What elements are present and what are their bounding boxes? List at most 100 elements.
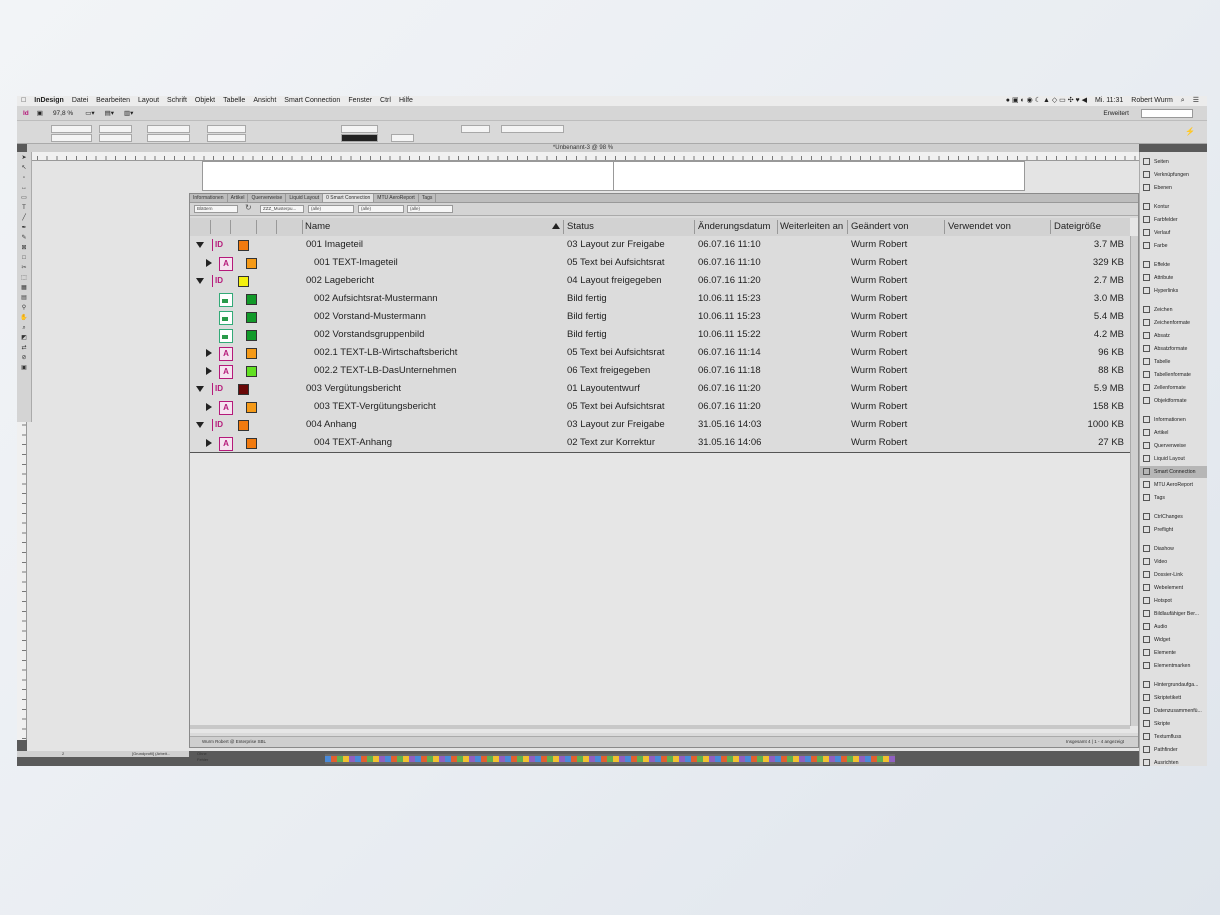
apple-menu-icon[interactable]:  xyxy=(17,96,30,106)
panel-item-dossier-link[interactable]: Dossier-Link xyxy=(1143,569,1183,581)
object-style-field[interactable] xyxy=(501,125,564,133)
panel-item-scroll-frame[interactable]: Bildlaufähiger Ber... xyxy=(1143,608,1199,620)
panel-item-pathfinder[interactable]: Pathfinder xyxy=(1143,744,1178,756)
vertical-scrollbar[interactable] xyxy=(1130,236,1138,726)
table-row[interactable]: ID 001 Imageteil 03 Layout zur Freigabe 06.… xyxy=(190,236,1130,255)
view-options-icon[interactable]: ▭▾ xyxy=(85,109,94,117)
x-field[interactable] xyxy=(51,125,92,133)
panel-item-video[interactable]: Video xyxy=(1143,556,1167,568)
panel-item-table-styles[interactable]: Tabellenformate xyxy=(1143,369,1191,381)
document-page-right[interactable] xyxy=(613,161,1025,191)
panel-item-object-styles[interactable]: Objektformate xyxy=(1143,395,1187,407)
panel-item-widget[interactable]: Widget xyxy=(1143,634,1170,646)
preflight-profile[interactable]: [Grundprofil] (Arbeit... xyxy=(132,751,170,757)
panel-item-audio[interactable]: Audio xyxy=(1143,621,1167,633)
shear-field[interactable] xyxy=(207,134,246,142)
expand-triangle-icon[interactable] xyxy=(206,439,212,447)
table-row[interactable]: A 002.1 TEXT-LB-Wirtschaftsbericht 05 Text… xyxy=(190,344,1130,363)
menu-bearbeiten[interactable]: Bearbeiten xyxy=(92,96,134,106)
panel-item-aeroreport[interactable]: MTU AeroReport xyxy=(1143,479,1193,491)
height-field[interactable] xyxy=(99,134,132,142)
workspace-switcher[interactable]: Erweitert xyxy=(1103,110,1129,117)
panel-item-background-tasks[interactable]: Hintergrundaufga... xyxy=(1143,679,1198,691)
scale-y-field[interactable] xyxy=(147,134,190,142)
tab-tags[interactable]: Tags xyxy=(419,194,437,202)
gap-tool-icon[interactable]: ↔ xyxy=(19,184,29,192)
menubar-clock[interactable]: Mi. 11:31 xyxy=(1091,96,1127,106)
pen-tool-icon[interactable]: ✒ xyxy=(19,224,29,232)
menu-fenster[interactable]: Fenster xyxy=(344,96,376,106)
category-filter-dropdown[interactable]: (alle) xyxy=(358,205,404,213)
apply-none-icon[interactable]: ⊘ xyxy=(19,354,29,362)
panel-item-text-wrap[interactable]: Textumfluss xyxy=(1143,731,1181,743)
hand-tool-icon[interactable]: ✋ xyxy=(19,314,29,322)
gradient-tool-icon[interactable]: ▦ xyxy=(19,284,29,292)
table-row[interactable]: ID 002 Lagebericht 04 Layout freigegeben 06… xyxy=(190,272,1130,291)
column-header-modified-by[interactable]: Geändert von xyxy=(851,218,941,236)
panel-item-tags[interactable]: Tags xyxy=(1143,492,1165,504)
tab-informationen[interactable]: Informationen xyxy=(190,194,228,202)
bridge-icon[interactable]: ▣ xyxy=(37,109,43,117)
panel-item-data-merge[interactable]: Datenzusammenfü... xyxy=(1143,705,1202,717)
zoom-level[interactable]: 97,8 % xyxy=(53,110,73,117)
panel-item-ctrlchanges[interactable]: CtrlChanges xyxy=(1143,511,1183,523)
stroke-type-field[interactable] xyxy=(341,134,378,142)
corner-size-field[interactable] xyxy=(461,125,490,133)
panel-item-character[interactable]: Zeichen xyxy=(1143,304,1172,316)
y-field[interactable] xyxy=(51,134,92,142)
column-header-date[interactable]: Änderungsdatum xyxy=(698,218,776,236)
page-tool-icon[interactable]: ▫ xyxy=(19,174,29,182)
quick-apply-icon[interactable]: ⚡ xyxy=(1185,127,1195,136)
spotlight-search-icon[interactable]: ⌕ xyxy=(1177,96,1189,106)
panel-item-articles[interactable]: Artikel xyxy=(1143,427,1168,439)
column-header-used-by[interactable]: Verwendet von xyxy=(948,218,1048,236)
line-tool-icon[interactable]: ╱ xyxy=(19,214,29,222)
opacity-field[interactable] xyxy=(391,134,414,142)
scale-x-field[interactable] xyxy=(147,125,190,133)
mac-dock[interactable] xyxy=(325,754,895,764)
type-tool-icon[interactable]: T xyxy=(19,204,29,212)
menu-smart-connection[interactable]: Smart Connection xyxy=(280,96,344,106)
panel-item-liquid-layout[interactable]: Liquid Layout xyxy=(1143,453,1185,465)
screen-mode-icon[interactable]: ▤▾ xyxy=(105,109,114,117)
menu-datei[interactable]: Datei xyxy=(68,96,92,106)
panel-item-table[interactable]: Tabelle xyxy=(1143,356,1170,368)
preflight-errors[interactable]: Ohne Fehler xyxy=(197,751,208,763)
tab-querverweise[interactable]: Querverweise xyxy=(248,194,287,202)
collapse-triangle-icon[interactable] xyxy=(196,278,204,284)
tab-artikel[interactable]: Artikel xyxy=(228,194,249,202)
panel-item-cell-styles[interactable]: Zellenformate xyxy=(1143,382,1186,394)
arrange-documents-icon[interactable]: ▥▾ xyxy=(124,109,133,117)
zoom-tool-icon[interactable]: ⌕ xyxy=(19,324,29,332)
panel-item-preflight[interactable]: Preflight xyxy=(1143,524,1173,536)
content-collector-icon[interactable]: ▭ xyxy=(19,194,29,202)
note-tool-icon[interactable]: ▤ xyxy=(19,294,29,302)
panel-item-info[interactable]: Informationen xyxy=(1143,414,1186,426)
panel-item-paragraph-styles[interactable]: Absatzformate xyxy=(1143,343,1187,355)
column-header-status[interactable]: Status xyxy=(567,218,692,236)
direct-selection-tool-icon[interactable]: ↖ xyxy=(19,164,29,172)
sort-ascending-icon[interactable] xyxy=(552,223,560,229)
panel-item-hotspot[interactable]: Hotspot xyxy=(1143,595,1172,607)
column-header-route-to[interactable]: Weiterleiten an xyxy=(780,218,848,236)
tab-smart-connection[interactable]: 0 Smart Connection xyxy=(323,194,375,202)
rectangle-tool-icon[interactable]: □ xyxy=(19,254,29,262)
table-row[interactable]: A 003 TEXT-Vergütungsbericht 05 Text bei A… xyxy=(190,398,1130,417)
app-menu[interactable]: InDesign xyxy=(30,96,68,106)
help-search-field[interactable] xyxy=(1141,108,1193,118)
panel-item-smart-connection[interactable]: Smart Connection xyxy=(1140,466,1207,478)
menu-ctrl[interactable]: Ctrl xyxy=(376,96,395,106)
collapse-triangle-icon[interactable] xyxy=(196,242,204,248)
table-row[interactable]: 002 Vorstandsgruppenbild Bild fertig 10.06… xyxy=(190,326,1130,345)
panel-item-attributes[interactable]: Attribute xyxy=(1143,272,1173,284)
column-header-file-size[interactable]: Dateigröße xyxy=(1054,218,1126,236)
expand-triangle-icon[interactable] xyxy=(206,259,212,267)
collapse-triangle-icon[interactable] xyxy=(196,386,204,392)
table-row[interactable]: 002 Vorstand-Mustermann Bild fertig 10.06.… xyxy=(190,308,1130,327)
selection-tool-icon[interactable]: ➤ xyxy=(19,154,29,162)
panel-item-crossref[interactable]: Querverweise xyxy=(1143,440,1186,452)
fill-stroke-icon[interactable]: ◩ xyxy=(19,334,29,342)
panel-item-scripts[interactable]: Skripte xyxy=(1143,718,1170,730)
panel-item-color[interactable]: Farbe xyxy=(1143,240,1168,252)
table-row[interactable]: ID 004 Anhang 03 Layout zur Freigabe 31.05.… xyxy=(190,416,1130,435)
